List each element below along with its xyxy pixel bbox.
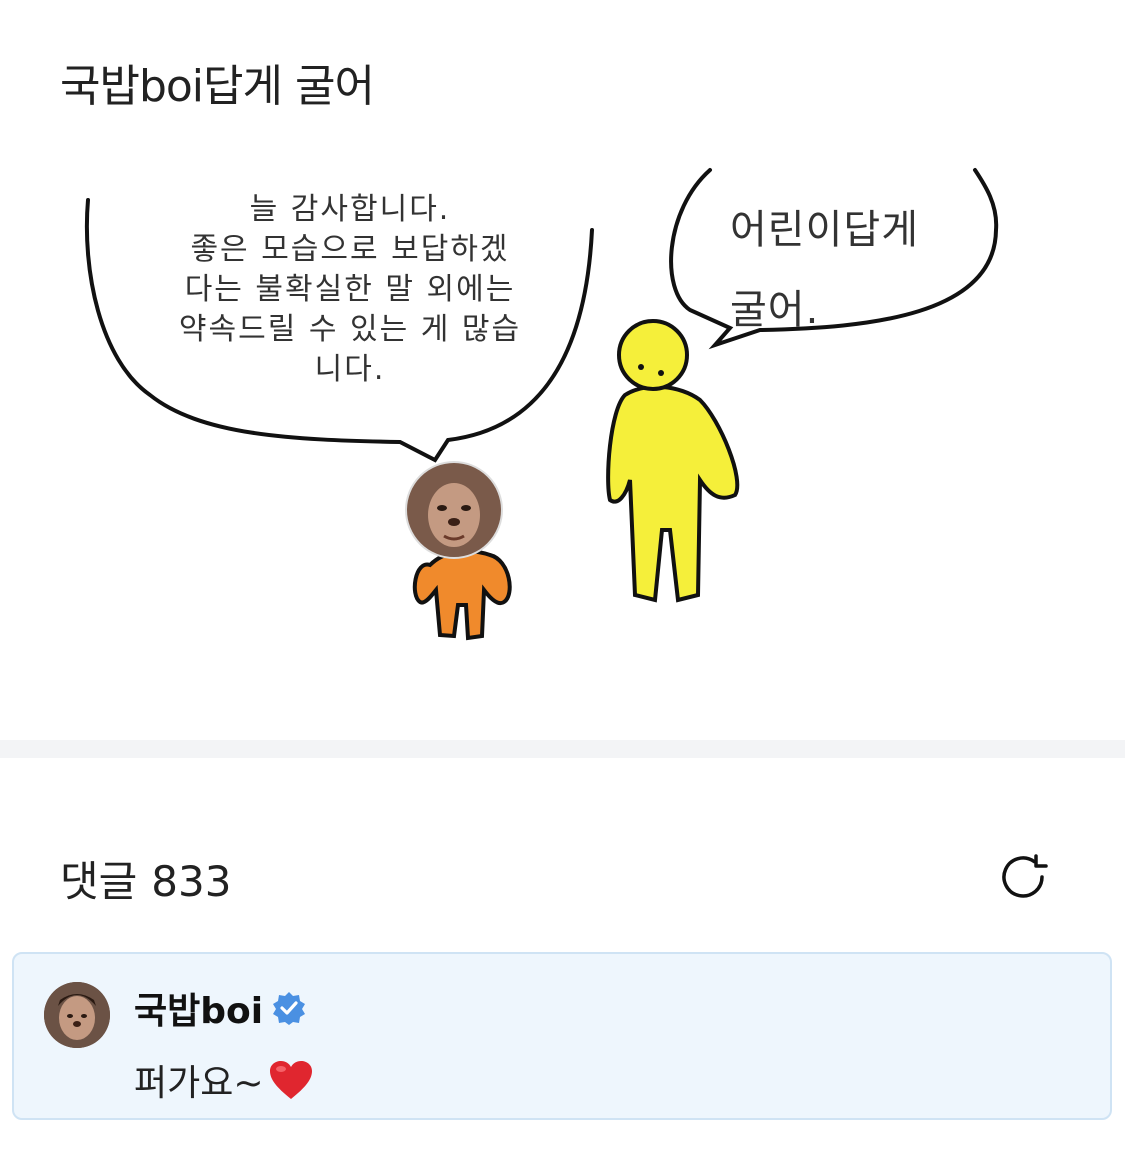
- left-bubble-line: 다는 불확실한 말 외에는: [184, 272, 516, 307]
- refresh-button[interactable]: [994, 848, 1052, 906]
- comment-card: 국밥boi 퍼가요~: [12, 952, 1112, 1120]
- yellow-figure: [606, 319, 740, 603]
- section-divider: [0, 740, 1125, 758]
- left-bubble-text: 늘 감사합니다. 좋은 모습으로 보답하겠 다는 불확실한 말 외에는 약속드릴…: [140, 190, 560, 390]
- refresh-icon: [1002, 854, 1048, 898]
- verified-badge-icon: [271, 990, 307, 1026]
- comments-header: 댓글 833: [60, 848, 245, 909]
- right-bubble-line: 어린이답게: [730, 207, 919, 253]
- comment-author-name[interactable]: 국밥boi: [134, 982, 263, 1034]
- comment-body: 퍼가요~: [134, 1054, 314, 1106]
- avatar-image: [44, 982, 110, 1048]
- heart-icon: [268, 1059, 314, 1101]
- comment-text: 퍼가요~: [134, 1063, 264, 1104]
- comic-image: 늘 감사합니다. 좋은 모습으로 보답하겠 다는 불확실한 말 외에는 약속드릴…: [70, 150, 1030, 660]
- comments-label: 댓글: [60, 857, 138, 906]
- comment-author[interactable]: 국밥boi: [134, 982, 307, 1034]
- avatar[interactable]: [44, 982, 110, 1048]
- left-bubble-line: 늘 감사합니다.: [249, 192, 451, 227]
- right-bubble-line: 굴어.: [730, 287, 820, 333]
- orange-figure: [405, 461, 512, 641]
- left-bubble-line: 약속드릴 수 있는 게 많습: [178, 312, 522, 347]
- comments-count: 833: [151, 857, 232, 906]
- left-bubble-line: 니다.: [314, 352, 386, 387]
- right-bubble-text: 어린이답게 굴어.: [730, 190, 980, 350]
- left-bubble-line: 좋은 모습으로 보답하겠: [190, 232, 510, 267]
- post-title: 국밥boi답게 굴어: [60, 61, 375, 112]
